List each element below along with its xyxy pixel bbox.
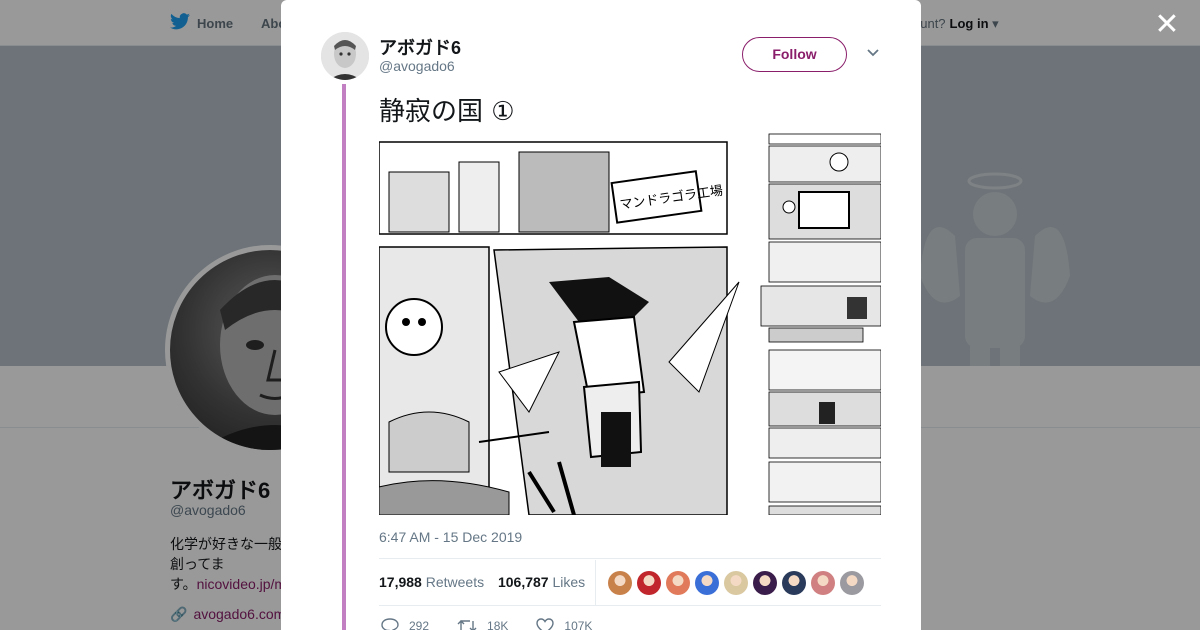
reply-count: 292 — [409, 619, 430, 630]
tweet-text: 静寂の国 ① — [379, 97, 515, 127]
liker-avatar[interactable] — [753, 571, 777, 595]
author-handle[interactable]: @avogado6 — [379, 58, 455, 74]
likes-label: Likes — [552, 574, 586, 590]
heart-icon — [536, 618, 555, 630]
divider — [379, 605, 881, 606]
liker-avatar[interactable] — [811, 571, 835, 595]
liker-avatar[interactable] — [608, 571, 632, 595]
close-icon[interactable]: ✕ — [1153, 10, 1181, 40]
liker-avatar[interactable] — [637, 571, 661, 595]
retweet-button[interactable]: 18K — [457, 618, 508, 630]
retweets-label: Retweets — [425, 574, 485, 590]
tweet-actions: 292 18K 107K — [381, 618, 620, 630]
tweet-stats: 17,988 Retweets 106,787 Likes — [379, 574, 595, 590]
divider — [595, 560, 596, 605]
tweet-media[interactable]: マンドラゴラ工場 — [379, 132, 881, 515]
liker-avatar[interactable] — [666, 571, 690, 595]
tweet-timestamp[interactable]: 6:47 AM - 15 Dec 2019 — [379, 529, 522, 545]
liker-avatar[interactable] — [840, 571, 864, 595]
reply-button[interactable]: 292 — [381, 618, 429, 630]
retweet-icon — [457, 620, 477, 630]
likes-count: 106,787 — [497, 574, 549, 590]
liker-avatars — [608, 571, 869, 595]
follow-button[interactable]: Follow — [742, 37, 847, 72]
retweets-stat[interactable]: 17,988 Retweets — [379, 574, 484, 590]
chevron-down-icon[interactable] — [866, 45, 880, 59]
author-name[interactable]: アボガド6 — [379, 34, 461, 60]
retweet-count: 18K — [487, 619, 509, 630]
thread-line — [342, 84, 346, 630]
author-avatar[interactable] — [321, 32, 369, 80]
like-count: 107K — [564, 619, 593, 630]
liker-avatar[interactable] — [782, 571, 806, 595]
manga-image[interactable]: マンドラゴラ工場 — [379, 132, 881, 515]
like-button[interactable]: 107K — [536, 618, 592, 630]
likes-stat[interactable]: 106,787 Likes — [498, 574, 585, 590]
tweet-modal: アボガド6 @avogado6 Follow 静寂の国 ① マンドラゴラ工場 6… — [281, 0, 921, 630]
reply-icon — [381, 618, 399, 630]
liker-avatar[interactable] — [695, 571, 719, 595]
liker-avatar[interactable] — [724, 571, 748, 595]
retweets-count: 17,988 — [379, 574, 422, 590]
divider — [379, 558, 881, 559]
